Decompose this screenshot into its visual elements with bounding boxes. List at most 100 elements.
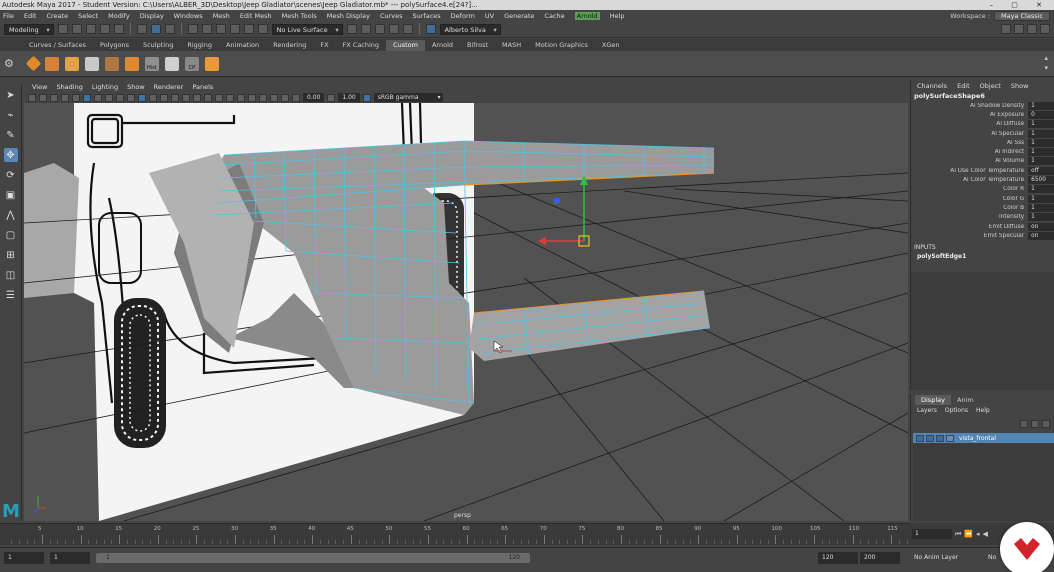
attr-value[interactable]: on: [1028, 231, 1054, 240]
attr-value[interactable]: 6500: [1028, 176, 1054, 185]
select-component-icon[interactable]: [164, 24, 175, 34]
four-view-icon[interactable]: ⊞: [4, 248, 18, 262]
playback-start-field[interactable]: 1: [50, 552, 90, 564]
input-node-name[interactable]: polySoftEdge1: [911, 251, 1054, 262]
layer-menu-layers[interactable]: Layers: [917, 407, 937, 414]
attribute-editor-icon[interactable]: [1014, 24, 1024, 34]
open-icon[interactable]: [71, 24, 82, 34]
perspective-viewport[interactable]: persp: [24, 103, 908, 521]
xray-components-icon[interactable]: [281, 93, 289, 102]
snap-curve-icon[interactable]: [201, 24, 212, 34]
attr-row[interactable]: Ai Use Color Temperature off: [911, 166, 1054, 175]
camera-attributes-icon[interactable]: [39, 93, 47, 102]
attr-value[interactable]: 1: [1028, 148, 1054, 157]
menu-edit-mesh[interactable]: Edit Mesh: [240, 12, 272, 20]
attr-value[interactable]: 1: [1028, 185, 1054, 194]
shelf-history-icon[interactable]: Hist: [144, 56, 159, 71]
shelf-tab-polygons[interactable]: Polygons: [93, 40, 136, 51]
shelf-extrude-icon[interactable]: [64, 56, 79, 71]
shelf-gear-icon[interactable]: ⚙: [4, 57, 14, 70]
layer-display-type-toggle[interactable]: [936, 434, 944, 442]
select-tool-icon[interactable]: ➤: [4, 88, 18, 102]
menu-windows[interactable]: Windows: [174, 12, 203, 20]
depth-of-field-icon[interactable]: [237, 93, 245, 102]
ambient-occlusion-icon[interactable]: [204, 93, 212, 102]
layer-playback-toggle[interactable]: [926, 434, 934, 442]
shelf-tab-sculpting[interactable]: Sculpting: [136, 40, 180, 51]
layer-menu-options[interactable]: Options: [945, 407, 968, 414]
tool-settings-icon[interactable]: [1027, 24, 1037, 34]
step-back-key-icon[interactable]: ⏪: [964, 530, 973, 538]
attr-value[interactable]: 1: [1028, 213, 1054, 222]
two-view-icon[interactable]: ◫: [4, 268, 18, 282]
last-tool-icon[interactable]: ⋀: [4, 208, 18, 222]
shelf-tab-custom[interactable]: Custom: [386, 40, 425, 51]
wireframe-on-shaded-icon[interactable]: [160, 93, 168, 102]
shadows-icon[interactable]: [193, 93, 201, 102]
attr-row[interactable]: Ai Volume 1: [911, 157, 1054, 166]
start-time-field[interactable]: 1: [4, 552, 44, 564]
xray-icon[interactable]: [259, 93, 267, 102]
attr-value[interactable]: 1: [1028, 138, 1054, 147]
attr-value[interactable]: 0: [1028, 110, 1054, 119]
shelf-tab-curves-surfaces[interactable]: Curves / Surfaces: [22, 40, 93, 51]
modeling-toolkit-icon[interactable]: [1001, 24, 1011, 34]
shelf-grid-icon[interactable]: [44, 56, 59, 71]
film-gate-icon[interactable]: [83, 93, 91, 102]
save-icon[interactable]: [85, 24, 96, 34]
attr-row[interactable]: Ai Diffuse 1: [911, 120, 1054, 129]
menu-edit[interactable]: Edit: [24, 12, 37, 20]
panel-menu-show[interactable]: Show: [127, 83, 145, 91]
shelf-tab-motion-graphics[interactable]: Motion Graphics: [528, 40, 595, 51]
attr-value[interactable]: 1: [1028, 157, 1054, 166]
menu-create[interactable]: Create: [46, 12, 68, 20]
undo-icon[interactable]: [99, 24, 110, 34]
select-hierarchy-icon[interactable]: [136, 24, 147, 34]
shelf-tab-xgen[interactable]: XGen: [595, 40, 627, 51]
field-chart-icon[interactable]: [116, 93, 124, 102]
smooth-shade-icon[interactable]: [149, 93, 157, 102]
menu-display[interactable]: Display: [140, 12, 164, 20]
shelf-tab-fx[interactable]: FX: [313, 40, 335, 51]
layer-name[interactable]: vista_frontal: [959, 435, 996, 442]
window-controls[interactable]: – ▢ ✕: [990, 0, 1050, 10]
shelf-star-icon[interactable]: [204, 56, 219, 71]
attr-value[interactable]: 1: [1028, 120, 1054, 129]
attr-value[interactable]: on: [1028, 222, 1054, 231]
snap-point-icon[interactable]: [215, 24, 226, 34]
menuset-dropdown[interactable]: Modeling: [4, 23, 54, 35]
playback-end-field[interactable]: 120: [818, 552, 858, 564]
menu-mesh-display[interactable]: Mesh Display: [327, 12, 370, 20]
shelf-bevel-icon[interactable]: [104, 56, 119, 71]
cb-menu-object[interactable]: Object: [980, 82, 1001, 90]
shelf-up-icon[interactable]: ▴: [1044, 54, 1048, 62]
textured-icon[interactable]: [171, 93, 179, 102]
attr-row[interactable]: Ai Exposure 0: [911, 110, 1054, 119]
panel-menu-shading[interactable]: Shading: [56, 83, 82, 91]
attr-row[interactable]: Ai Indirect 1: [911, 147, 1054, 157]
select-object-icon[interactable]: [150, 24, 161, 34]
shelf-tab-rigging[interactable]: Rigging: [180, 40, 219, 51]
menu-generate[interactable]: Generate: [504, 12, 534, 20]
image-plane-icon[interactable]: [61, 93, 69, 102]
hypershade-icon[interactable]: [402, 24, 413, 34]
current-frame-field[interactable]: 1: [912, 529, 952, 539]
workspace-dropdown[interactable]: Maya Classic: [994, 10, 1050, 21]
render-settings-icon[interactable]: [388, 24, 399, 34]
layer-visibility-toggle[interactable]: [916, 434, 924, 442]
move-layer-up-icon[interactable]: [1020, 420, 1028, 428]
time-slider[interactable]: 5 10 15 20 25 30 35 40 45 50 55 60 65 70 75 80 85 90 95 100…: [0, 523, 936, 545]
step-back-frame-icon[interactable]: ◂: [976, 530, 980, 538]
menu-mesh-tools[interactable]: Mesh Tools: [282, 12, 317, 20]
scale-tool-icon[interactable]: ▣: [4, 188, 18, 202]
shelf-center-pivot-icon[interactable]: CP: [184, 56, 199, 71]
snap-surface-icon[interactable]: [243, 24, 254, 34]
attr-value[interactable]: 1: [1028, 194, 1054, 203]
shelf-split-icon[interactable]: [124, 56, 139, 71]
attr-row[interactable]: Emit Diffuse on: [911, 222, 1054, 231]
color-management-icon[interactable]: [362, 93, 371, 102]
shelf-tab-animation[interactable]: Animation: [219, 40, 266, 51]
range-slider[interactable]: 1 120: [96, 553, 530, 563]
shelf-tab-fx-caching[interactable]: FX Caching: [336, 40, 387, 51]
play-back-icon[interactable]: ◀: [983, 530, 988, 538]
